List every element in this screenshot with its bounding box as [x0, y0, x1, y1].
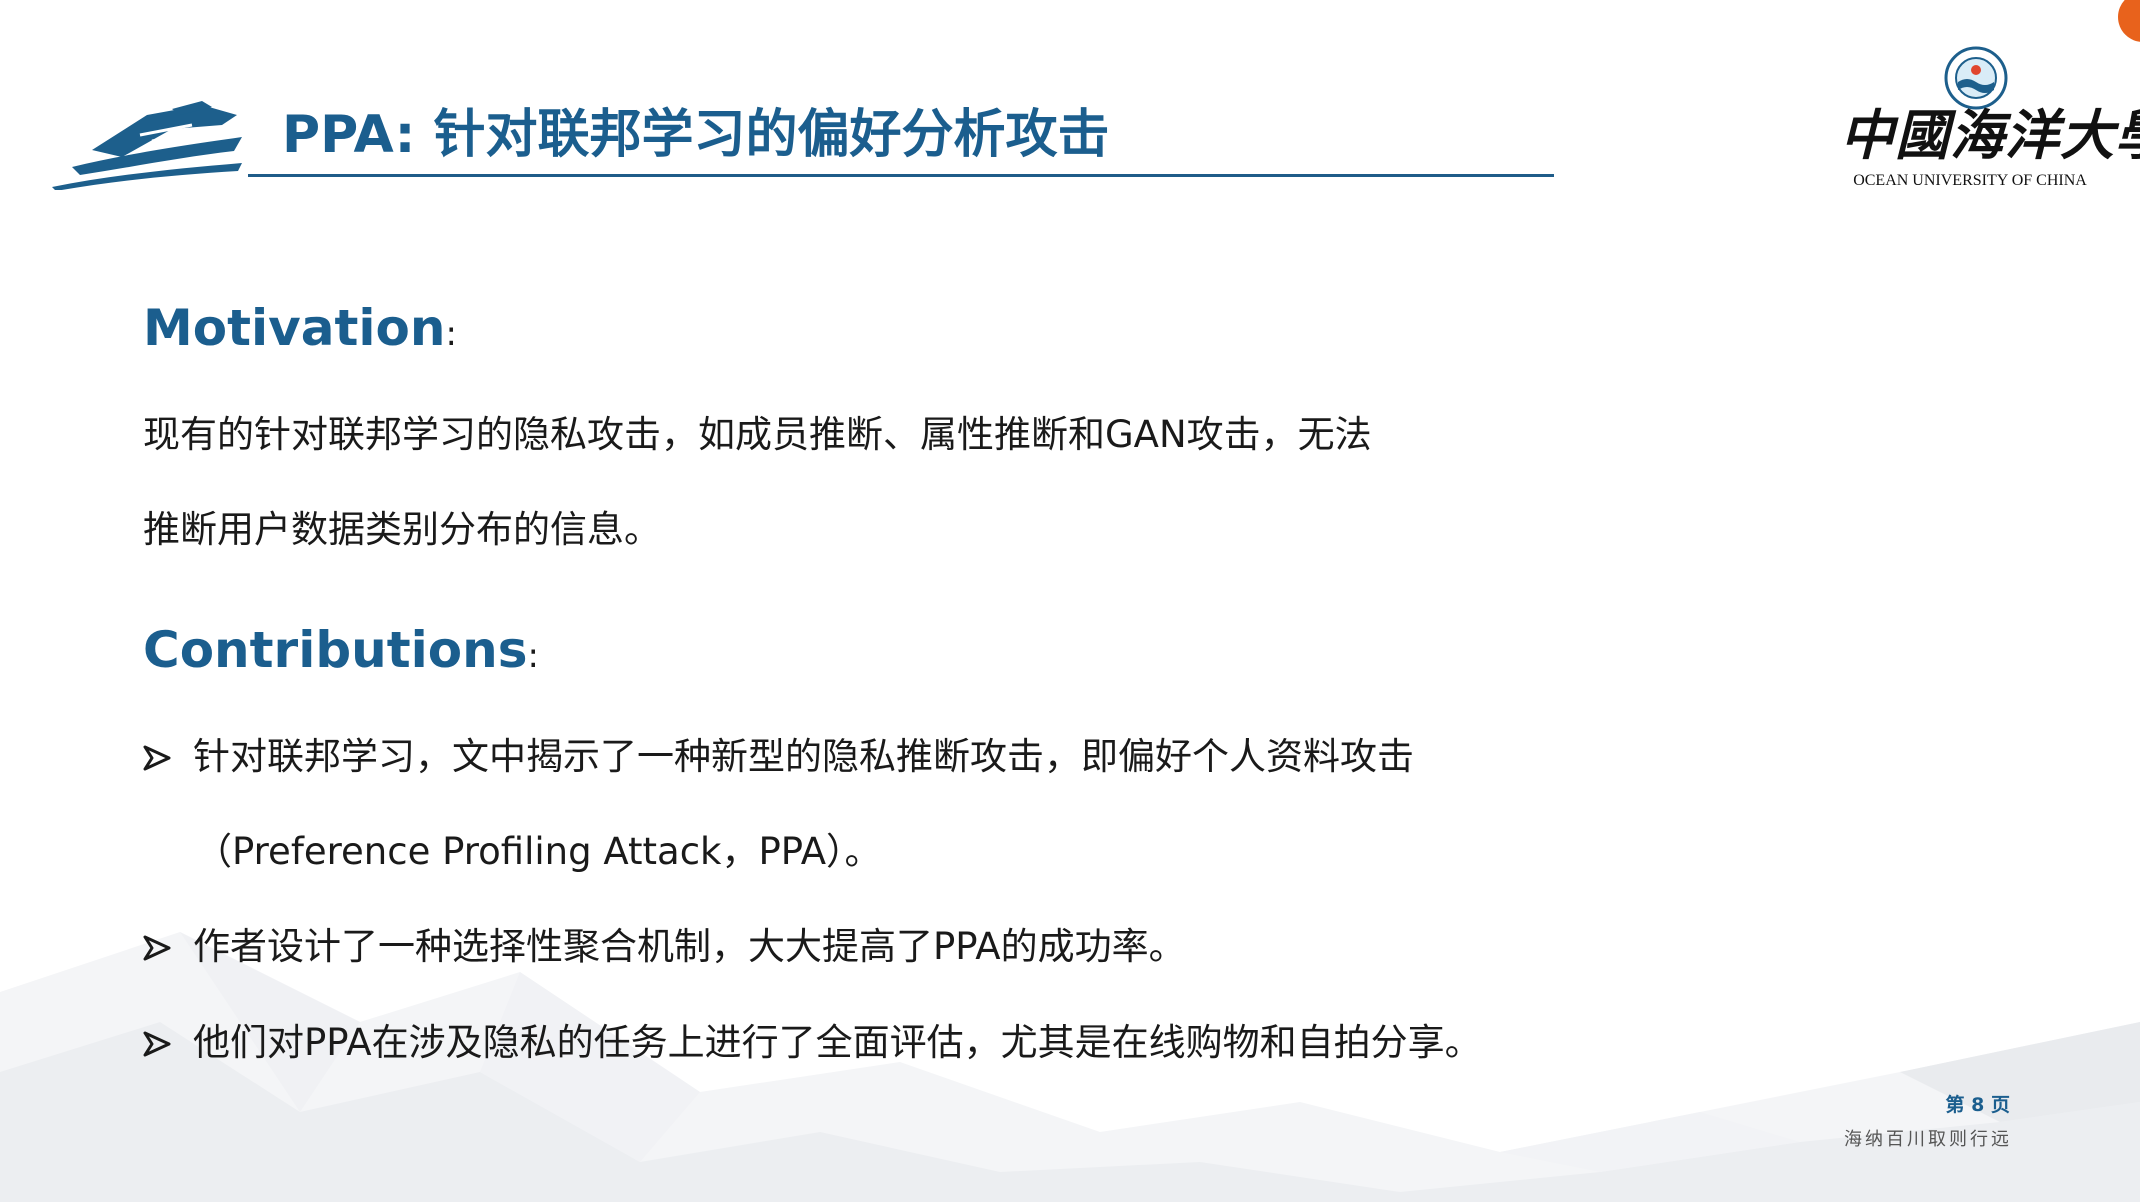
motivation-heading-text: Motivation — [143, 299, 446, 357]
contribution-item-3-text: 他们对PPA在涉及隐私的任务上进行了全面评估，尤其是在线购物和自拍分享。 — [193, 1021, 1482, 1064]
slide-title: PPA: 针对联邦学习的偏好分析攻击 — [282, 105, 1110, 165]
contributions-heading: Contributions: — [143, 620, 539, 686]
university-name-calligraphy: 中國海洋大學 — [1840, 103, 2140, 167]
contributions-heading-text: Contributions — [143, 621, 528, 679]
motivation-heading-colon: : — [445, 314, 457, 354]
title-underline — [248, 174, 1554, 177]
ship-icon — [52, 101, 242, 190]
motivation-line-1: 现有的针对联邦学习的隐私攻击，如成员推断、属性推断和GAN攻击，无法 — [143, 413, 1372, 456]
motivation-line-2: 推断用户数据类别分布的信息。 — [143, 508, 661, 551]
corner-badge — [2118, 0, 2140, 42]
page-number: 第 8 页 — [1945, 1094, 2010, 1116]
motivation-heading: Motivation: — [143, 298, 457, 364]
university-motto: 海纳百川取则行远 — [1844, 1129, 2012, 1150]
contribution-item-1-text: 针对联邦学习，文中揭示了一种新型的隐私推断攻击，即偏好个人资料攻击 — [193, 735, 1414, 778]
contributions-heading-colon: : — [527, 636, 539, 676]
university-logo: 中國海洋大學 OCEAN UNIVERSITY OF CHINA — [1840, 40, 2140, 200]
contribution-item-2-text: 作者设计了一种选择性聚合机制，大大提高了PPA的成功率。 — [193, 925, 1186, 968]
arrow-bullet-icon — [143, 1031, 171, 1057]
university-name-english: OCEAN UNIVERSITY OF CHINA — [1853, 172, 2087, 189]
arrow-bullet-icon — [143, 745, 171, 771]
contribution-item-1-continuation: （Preference Profiling Attack，PPA）。 — [195, 830, 882, 873]
arrow-bullet-icon — [143, 935, 171, 961]
